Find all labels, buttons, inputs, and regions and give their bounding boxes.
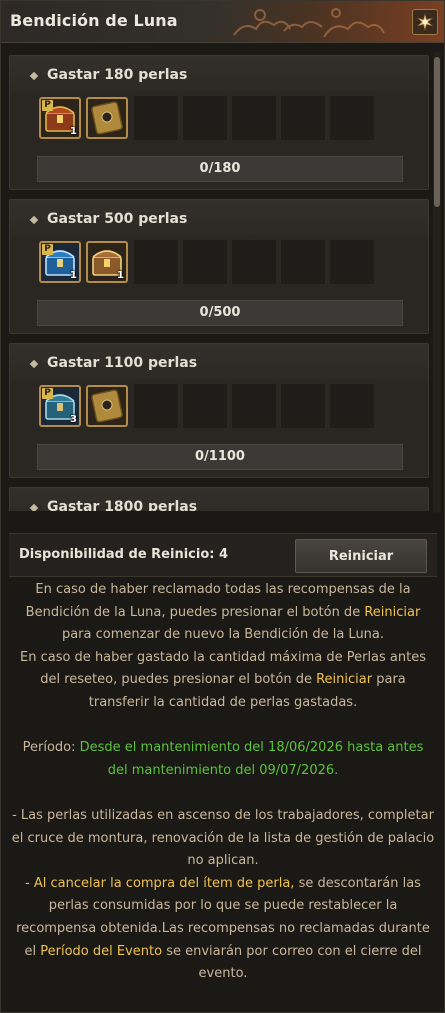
- tier-header: Gastar 1100 perlas: [10, 344, 428, 380]
- reward-tier-card: Gastar 1100 perlas P 3 0/1100: [9, 343, 429, 478]
- info-text-span: se enviarán por correo con el cierre del…: [162, 943, 422, 982]
- title-bar: Bendición de Luna: [1, 1, 444, 43]
- reset-availability: Disponibilidad de Reinicio: 4: [19, 547, 229, 562]
- reward-slots: P 3: [39, 383, 375, 429]
- period-value: Desde el mantenimiento del 18/06/2026 ha…: [79, 740, 424, 778]
- item-quantity: 1: [70, 270, 77, 281]
- progress-text: 0/180: [199, 161, 241, 176]
- reward-item-card[interactable]: [86, 97, 128, 139]
- empty-reward-slot: [280, 383, 326, 429]
- tier-progress-bar: 0/500: [37, 300, 403, 326]
- info-paragraph: En caso de haber reclamado todas las rec…: [11, 579, 435, 647]
- empty-reward-slot: [231, 95, 277, 141]
- item-quantity: 1: [70, 126, 77, 137]
- gold-card-icon: [91, 101, 123, 135]
- note-paragraph: - Al cancelar la compra del ítem de perl…: [11, 873, 435, 986]
- reward-tier-card: Gastar 500 perlas P 1 1 0/500: [9, 199, 429, 334]
- empty-reward-slot: [329, 383, 375, 429]
- reward-tier-list[interactable]: Gastar 180 perlas P 1 0/180 Gastar 500 p…: [9, 55, 429, 511]
- info-paragraph: En caso de haber gastado la cantidad máx…: [11, 647, 435, 715]
- gold-card-icon: [91, 389, 123, 423]
- info-highlight: -: [25, 875, 34, 891]
- reward-slots: P 1 1: [39, 239, 375, 285]
- diamond-bullet-icon: [29, 359, 39, 369]
- empty-reward-slot: [182, 239, 228, 285]
- info-highlight: Al cancelar la compra del ítem de perla,: [33, 875, 295, 891]
- tier-header: Gastar 180 perlas: [10, 56, 428, 92]
- note-paragraph: - Las perlas utilizadas en ascenso de lo…: [11, 807, 435, 869]
- tier-progress-bar: 0/180: [37, 156, 403, 182]
- reward-item-chest[interactable]: P 1: [39, 241, 81, 283]
- scrollbar-thumb[interactable]: [434, 57, 440, 207]
- empty-reward-slot: [182, 95, 228, 141]
- empty-reward-slot: [231, 239, 277, 285]
- reward-item-chest[interactable]: P 3: [39, 385, 81, 427]
- info-text-span: En caso de haber reclamado todas las rec…: [25, 582, 411, 620]
- empty-reward-slot: [329, 95, 375, 141]
- tier-label: Gastar 500 perlas: [47, 211, 188, 227]
- empty-reward-slot: [133, 383, 179, 429]
- reward-slots: P 1: [39, 95, 375, 141]
- info-highlight: Período del Evento: [40, 943, 163, 959]
- info-text-span: para comenzar de nuevo la Bendición de l…: [61, 627, 385, 643]
- progress-text: 0/500: [199, 305, 241, 320]
- empty-reward-slot: [133, 95, 179, 141]
- diamond-bullet-icon: [29, 215, 39, 225]
- empty-reward-slot: [280, 239, 326, 285]
- tier-progress-bar: 0/1100: [37, 444, 403, 470]
- empty-reward-slot: [133, 239, 179, 285]
- info-highlight: Reiniciar: [316, 672, 373, 688]
- reward-tier-card: Gastar 1800 perlas: [9, 487, 429, 511]
- diamond-bullet-icon: [29, 503, 39, 511]
- empty-reward-slot: [280, 95, 326, 141]
- tier-header: Gastar 1800 perlas: [10, 488, 428, 511]
- cloud-decoration-icon: [233, 8, 385, 38]
- list-scrollbar[interactable]: [433, 51, 441, 513]
- reward-item-card[interactable]: [86, 385, 128, 427]
- tier-label: Gastar 1100 perlas: [47, 355, 198, 371]
- tier-label: Gastar 180 perlas: [47, 67, 188, 83]
- reward-item-chest[interactable]: 1: [86, 241, 128, 283]
- info-text: En caso de haber reclamado todas las rec…: [11, 579, 435, 986]
- reward-item-chest[interactable]: P 1: [39, 97, 81, 139]
- empty-reward-slot: [231, 383, 277, 429]
- moon-blessing-window: Bendición de Luna Gastar 180 perlas P 1 …: [0, 0, 445, 1013]
- p-badge: P: [42, 388, 53, 399]
- tier-label: Gastar 1800 perlas: [47, 499, 198, 511]
- info-highlight: Reiniciar: [364, 604, 421, 620]
- reward-tier-card: Gastar 180 perlas P 1 0/180: [9, 55, 429, 190]
- window-title: Bendición de Luna: [10, 11, 178, 30]
- item-quantity: 3: [70, 414, 77, 425]
- reset-button[interactable]: Reiniciar: [295, 539, 427, 573]
- reset-bar: Disponibilidad de Reinicio: 4 Reiniciar: [9, 533, 437, 577]
- tier-header: Gastar 500 perlas: [10, 200, 428, 236]
- diamond-bullet-icon: [29, 71, 39, 81]
- item-quantity: 1: [117, 270, 124, 281]
- empty-reward-slot: [329, 239, 375, 285]
- moon-emblem-icon[interactable]: [412, 9, 438, 35]
- empty-reward-slot: [182, 383, 228, 429]
- progress-text: 0/1100: [195, 449, 245, 464]
- period-label: Período:: [22, 740, 80, 756]
- p-badge: P: [42, 100, 53, 111]
- p-badge: P: [42, 244, 53, 255]
- period-paragraph: Período: Desde el mantenimiento del 18/0…: [11, 737, 435, 782]
